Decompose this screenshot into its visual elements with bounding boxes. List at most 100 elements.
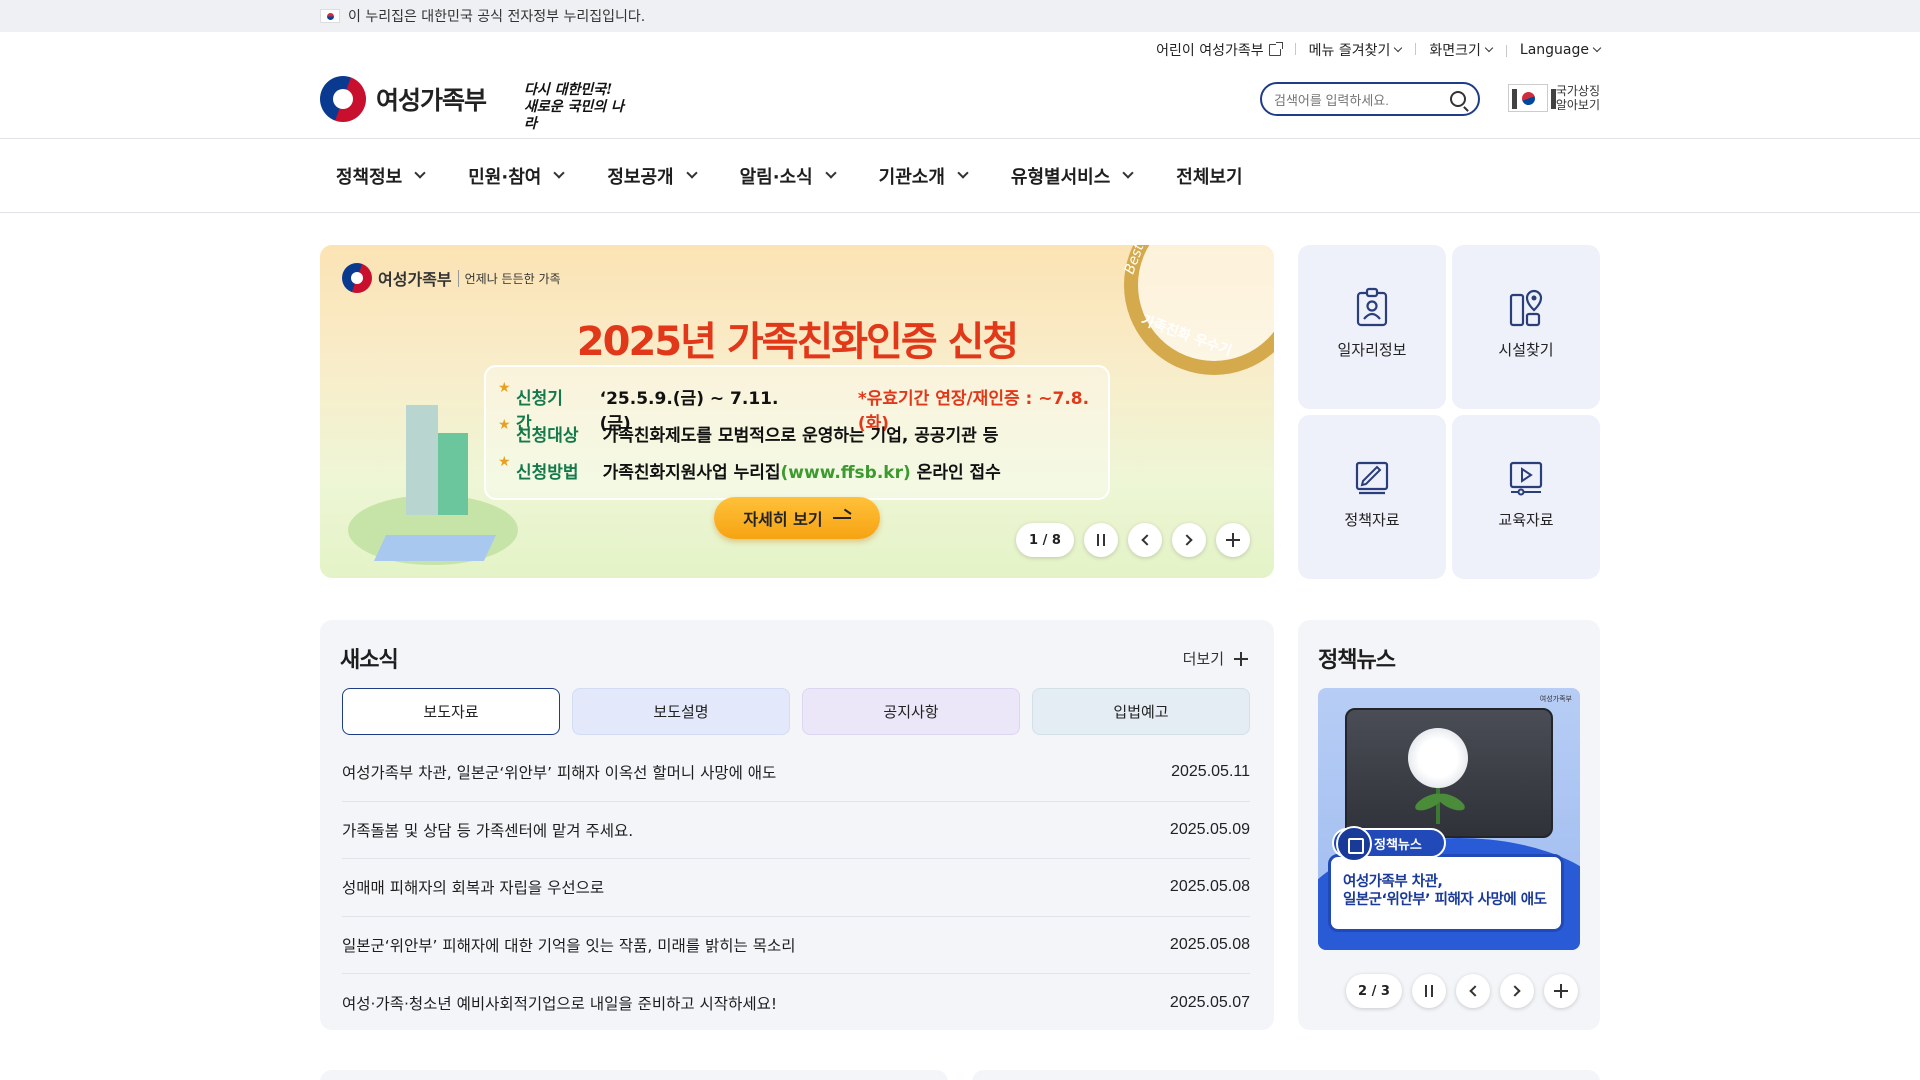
card-badge-label: 정책뉴스 (1374, 837, 1422, 853)
policy-news-next-button[interactable] (1500, 974, 1534, 1008)
search-icon[interactable] (1450, 91, 1466, 107)
quick-menu-policy-materials[interactable]: 정책자료 (1298, 415, 1446, 579)
tab-legislative-notice[interactable]: 입법예고 (1032, 688, 1250, 735)
hero-pager: 1 / 8 (1016, 523, 1074, 557)
hero-row-key: 신청대상 (516, 426, 579, 446)
news-list: 여성가족부 차관, 일본군‘위안부’ 피해자 이옥선 할머니 사망에 애도 202… (342, 744, 1250, 1032)
gnb-item-info-disclosure[interactable]: 정보공개 (607, 163, 698, 189)
tab-press-explanation[interactable]: 보도설명 (572, 688, 790, 735)
document-edit-icon (1355, 461, 1389, 495)
hero-banner[interactable]: Best 가족친화 우수기 여성가족부 언제나 든든한 가족 2025년 가족친… (320, 245, 1274, 578)
favorites-menu[interactable]: 메뉴 즐겨찾기 (1294, 40, 1416, 60)
kids-site-link[interactable]: 어린이 여성가족부 (1142, 40, 1295, 60)
plus-icon (1554, 984, 1568, 998)
chevron-right-icon (1181, 534, 1193, 546)
quick-label: 일자리정보 (1337, 341, 1407, 359)
tab-label: 보도설명 (653, 703, 709, 721)
gnb-item-policy-info[interactable]: 정책정보 (336, 163, 426, 189)
chevron-down-icon (414, 167, 426, 179)
news-item[interactable]: 성매매 피해자의 회복과 자립을 우선으로 2025.05.08 (342, 859, 1250, 917)
hero-pause-button[interactable] (1084, 523, 1118, 557)
tab-label: 입법예고 (1113, 703, 1169, 721)
news-item-date: 2025.05.08 (1169, 878, 1250, 896)
search-input[interactable] (1274, 90, 1444, 110)
policy-news-prev-button[interactable] (1456, 974, 1490, 1008)
news-item-title: 여성·가족·청소년 예비사회적기업으로 내일을 준비하고 시작하세요! (342, 994, 778, 1013)
chevron-down-icon (685, 167, 698, 179)
korea-flag-icon (320, 9, 340, 23)
tab-label: 보도자료 (423, 703, 479, 721)
policy-news-card[interactable]: 여성가족부 여성가족부 차관, 일본군‘위안부’ 피해자 사망에 애도 정책뉴스 (1318, 688, 1580, 950)
chevron-down-icon (1592, 43, 1602, 53)
main-navigation: 정책정보 민원·참여 정보공개 알림·소식 기관소개 유형별서비스 전체보기 (0, 138, 1920, 213)
slogan-line-2: 새로운 국민의 나라 (524, 99, 624, 132)
quick-menu-education-materials[interactable]: 교육자료 (1452, 415, 1600, 579)
chevron-right-icon (1509, 985, 1521, 997)
logo-text: 여성가족부 (376, 86, 487, 115)
card-caption-line-1: 여성가족부 차관, (1343, 874, 1443, 890)
quick-menu-jobs[interactable]: 일자리정보 (1298, 245, 1446, 409)
news-item[interactable]: 여성가족부 차관, 일본군‘위안부’ 피해자 이옥선 할머니 사망에 애도 202… (342, 744, 1250, 802)
news-item[interactable]: 여성·가족·청소년 예비사회적기업으로 내일을 준비하고 시작하세요! 2025.… (342, 974, 1250, 1032)
chevron-left-icon (1469, 985, 1481, 997)
tab-notices[interactable]: 공지사항 (802, 688, 1020, 735)
policy-news-more-button[interactable] (1544, 974, 1578, 1008)
gnb-item-civil-participation[interactable]: 민원·참여 (468, 163, 565, 189)
gnb-item-services-by-type[interactable]: 유형별서비스 (1010, 163, 1134, 189)
news-title: 새소식 (340, 648, 399, 673)
news-panel: 새소식 더보기 보도자료 보도설명 공지사항 입법예고 여성가족부 차관, 일본… (320, 620, 1274, 1030)
news-item-title: 가족돌봄 및 상담 등 가족센터에 맡겨 주세요. (342, 821, 634, 840)
gnb-label: 정책정보 (336, 166, 403, 188)
national-symbols-link[interactable]: 국가상징 알아보기 (1507, 84, 1600, 112)
gnb-label: 정보공개 (607, 166, 674, 188)
hero-detail-button[interactable]: 자세히 보기 (714, 497, 880, 539)
hero-prev-button[interactable] (1128, 523, 1162, 557)
chevron-down-icon (1122, 167, 1134, 179)
hero-row-target: ★ 신청대상 가족친화제도를 모범적으로 운영하는 기업, 공공기관 등 (498, 417, 999, 446)
search-box (1260, 82, 1480, 116)
policy-news-pause-button[interactable] (1412, 974, 1446, 1008)
hero-title: 2025년 가족친화인증 신청 (576, 319, 1019, 365)
quick-menu-facility-search[interactable]: 시설찾기 (1452, 245, 1600, 409)
gnb-label: 기관소개 (878, 166, 945, 188)
hero-row-value: 가족친화제도를 모범적으로 운영하는 기업, 공공기관 등 (602, 426, 999, 446)
star-icon: ★ (498, 380, 511, 396)
slogan-line-1: 다시 대한민국! (524, 82, 613, 98)
policy-news-pager: 2 / 3 (1346, 974, 1402, 1008)
gnb-item-view-all[interactable]: 전체보기 (1176, 163, 1242, 189)
hero-row-value-text: 온라인 접수 (910, 463, 1001, 483)
language-menu[interactable]: Language (1505, 42, 1602, 58)
id-card-icon (1356, 287, 1388, 327)
card-caption: 여성가족부 차관, 일본군‘위안부’ 피해자 사망에 애도 (1328, 854, 1564, 932)
bottom-panel-right (972, 1070, 1600, 1080)
gnb-item-notices-news[interactable]: 알림·소식 (739, 163, 837, 189)
illustration-picnic-mat (373, 535, 497, 561)
korea-flag-icon (1507, 84, 1556, 112)
gnb-label: 유형별서비스 (1010, 166, 1111, 188)
news-item[interactable]: 가족돌봄 및 상담 등 가족센터에 맡겨 주세요. 2025.05.09 (342, 802, 1250, 859)
hero-detail-label: 자세히 보기 (743, 510, 823, 529)
tab-press-release[interactable]: 보도자료 (342, 688, 560, 735)
news-item-title: 여성가족부 차관, 일본군‘위안부’ 피해자 이옥선 할머니 사망에 애도 (342, 764, 777, 783)
gnb-item-about[interactable]: 기관소개 (878, 163, 969, 189)
slogan: 다시 대한민국! 새로운 국민의 나라 (524, 82, 624, 133)
site-logo[interactable]: 여성가족부 (320, 76, 487, 122)
card-caption-line-2: 일본군‘위안부’ 피해자 사망에 애도 (1343, 892, 1547, 908)
news-more-link[interactable]: 더보기 (1183, 648, 1248, 669)
screen-size-label: 화면크기 (1429, 43, 1481, 59)
policy-news-panel: 정책뉴스 여성가족부 여성가족부 차관, 일본군‘위안부’ 피해자 사망에 애도… (1298, 620, 1600, 1030)
quick-label: 교육자료 (1498, 511, 1554, 529)
pause-icon (1425, 985, 1433, 997)
hero-more-button[interactable] (1216, 523, 1250, 557)
utility-links: 어린이 여성가족부 메뉴 즐겨찾기 화면크기 Language (1142, 40, 1602, 60)
gnb-label: 알림·소식 (739, 166, 813, 188)
news-item[interactable]: 일본군‘위안부’ 피해자에 대한 기억을 잇는 작품, 미래를 밝히는 목소리 2… (342, 917, 1250, 974)
news-item-date: 2025.05.07 (1169, 993, 1250, 1011)
chevron-left-icon (1141, 534, 1153, 546)
news-tabs: 보도자료 보도설명 공지사항 입법예고 (342, 688, 1250, 735)
taegeuk-logo-icon (320, 76, 366, 122)
hero-next-button[interactable] (1172, 523, 1206, 557)
pause-icon (1097, 534, 1105, 546)
screen-size-menu[interactable]: 화면크기 (1415, 40, 1506, 60)
national-symbols-label: 국가상징 알아보기 (1556, 84, 1600, 112)
